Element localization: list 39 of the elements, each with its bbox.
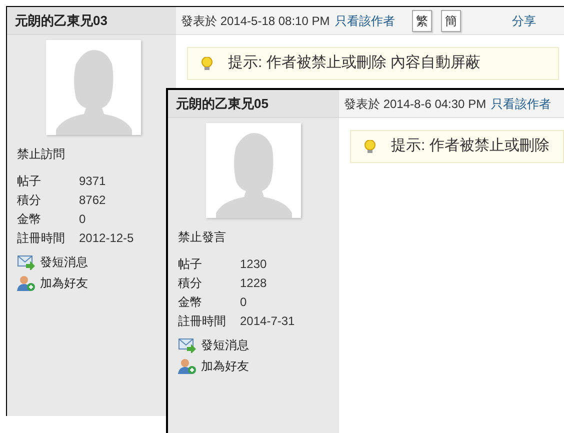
stat-value: 0 bbox=[240, 294, 247, 310]
stat-label: 金幣 bbox=[178, 294, 203, 310]
post-time: 發表於 2014-5-18 08:10 PM bbox=[181, 12, 330, 30]
stat-label: 積分 bbox=[178, 274, 203, 292]
post-time: 發表於 2014-8-6 04:30 PM bbox=[344, 96, 486, 112]
lightbulb-icon bbox=[364, 140, 376, 154]
share-link[interactable]: 分享 bbox=[512, 12, 536, 30]
user-status: 禁止發言 bbox=[178, 229, 227, 246]
stat-value: 1228 bbox=[240, 274, 267, 292]
author-only-link[interactable]: 只看該作者 bbox=[334, 12, 395, 30]
stat-value: 2014-7-31 bbox=[240, 312, 295, 330]
action-link[interactable]: 發短消息 bbox=[178, 335, 249, 354]
envelope-icon bbox=[17, 254, 35, 270]
stat-value: 2012-12-5 bbox=[79, 230, 134, 246]
stat-label: 帖子 bbox=[178, 256, 203, 272]
stat-value: 9371 bbox=[79, 172, 106, 190]
person-add-icon bbox=[178, 358, 196, 374]
script-button[interactable]: 繁 bbox=[412, 10, 432, 32]
stat-label: 註冊時間 bbox=[178, 312, 227, 330]
stat-label: 帖子 bbox=[17, 172, 42, 190]
stat-value: 0 bbox=[79, 210, 86, 228]
avatar-icon bbox=[46, 40, 141, 135]
user-status: 禁止訪問 bbox=[17, 146, 66, 163]
author-only-link[interactable]: 只看該作者 bbox=[491, 94, 552, 112]
stat-label: 積分 bbox=[17, 192, 42, 208]
stat-value: 1230 bbox=[240, 256, 267, 272]
envelope-icon bbox=[178, 336, 196, 352]
action-link[interactable]: 發短消息 bbox=[17, 252, 88, 271]
notice-text: 提示: 作者被禁止或刪除 內容自動屏蔽 bbox=[228, 53, 481, 74]
stat-label: 註冊時間 bbox=[17, 230, 66, 246]
notice-text: 提示: 作者被禁止或刪除 bbox=[391, 136, 550, 156]
stat-label: 金幣 bbox=[17, 210, 42, 228]
stat-value: 8762 bbox=[79, 192, 106, 208]
avatar-icon bbox=[206, 123, 301, 218]
lightbulb-icon bbox=[201, 56, 213, 70]
script-button[interactable]: 簡 bbox=[440, 10, 461, 32]
action-link[interactable]: 加為好友 bbox=[178, 356, 249, 375]
action-link[interactable]: 加為好友 bbox=[17, 273, 88, 292]
person-add-icon bbox=[17, 274, 35, 290]
